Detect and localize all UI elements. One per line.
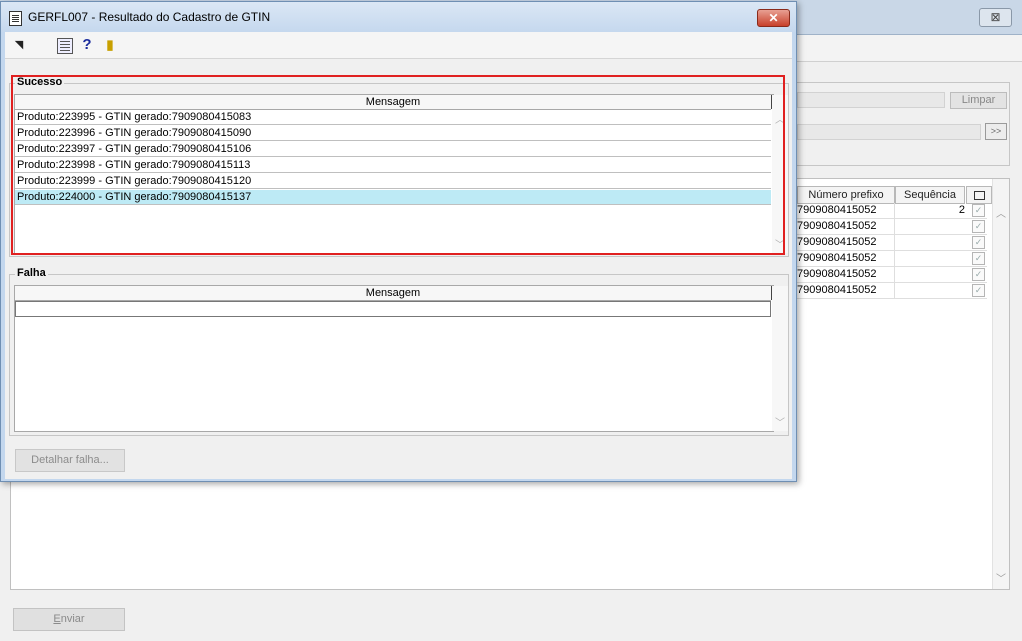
column-header-sequencia[interactable]: Sequência [895, 186, 965, 204]
enviar-label-rest: nviar [60, 613, 85, 625]
limpar-button[interactable]: Limpar [950, 92, 1007, 109]
sequence-cell [894, 267, 967, 282]
prefix-cell: 7909080415052 [797, 284, 877, 296]
row-checkbox[interactable]: ✓ [972, 220, 985, 233]
background-grid-row[interactable]: 7909080415052 ✓ [797, 235, 987, 251]
background-grid-row[interactable]: 7909080415052 ✓ [797, 219, 987, 235]
help-icon[interactable]: ? [81, 37, 93, 52]
calculator-icon[interactable] [57, 38, 73, 54]
column-header-numero-prefixo[interactable]: Número prefixo [797, 186, 895, 204]
prefix-cell: 7909080415052 [797, 204, 877, 216]
dialog-title: GERFL007 - Resultado do Cadastro de GTIN [28, 10, 271, 24]
prefix-cell: 7909080415052 [797, 252, 877, 264]
sequence-cell: 2 [894, 203, 967, 218]
lookup-more-button[interactable]: >> [985, 123, 1007, 140]
row-checkbox[interactable]: ✓ [972, 204, 985, 217]
sequence-cell [894, 283, 967, 298]
enviar-mnemonic: E [53, 613, 61, 625]
arrow-icon[interactable]: ◥ [13, 38, 25, 52]
background-grid-row[interactable]: 7909080415052 ✓ [797, 267, 987, 283]
column-header-select-all[interactable] [966, 186, 992, 204]
scroll-up-icon[interactable]: ︿ [993, 205, 1009, 220]
scroll-down-icon[interactable]: ﹀ [772, 414, 788, 429]
dialog-close-button[interactable]: ✕ [757, 9, 790, 27]
prefix-cell: 7909080415052 [797, 268, 877, 280]
dialog-toolbar: ◥ ? ▮ [5, 32, 792, 59]
detail-failure-button[interactable]: Detalhar falha... [15, 449, 125, 472]
failure-group: Falha Mensagem ﹀ [9, 267, 789, 436]
failure-table-scrollbar[interactable]: ﹀ [772, 286, 788, 431]
row-checkbox[interactable]: ✓ [972, 284, 985, 297]
prefix-cell: 7909080415052 [797, 236, 877, 248]
row-checkbox[interactable]: ✓ [972, 236, 985, 249]
background-grid-row[interactable]: 7909080415052 ✓ [797, 283, 987, 299]
sequence-cell [894, 235, 967, 250]
exit-icon[interactable]: ▮ [104, 38, 116, 52]
success-highlight-frame [11, 75, 785, 255]
background-filter-field[interactable] [797, 92, 945, 108]
failure-group-label: Falha [15, 267, 48, 279]
dialog-titlebar[interactable]: GERFL007 - Resultado do Cadastro de GTIN… [1, 2, 796, 32]
background-grid-row[interactable]: 7909080415052 2 ✓ [797, 203, 987, 219]
failure-table: Mensagem ﹀ [14, 285, 788, 432]
row-checkbox[interactable]: ✓ [972, 252, 985, 265]
background-lookup-field[interactable] [797, 124, 981, 140]
background-grid-scrollbar[interactable]: ︿ ﹀ [992, 179, 1009, 589]
enviar-button[interactable]: Enviar [13, 608, 125, 631]
failure-column-header-label: Mensagem [365, 287, 421, 299]
dialog-body: ◥ ? ▮ Sucesso Mensagem Produto:223995 - … [5, 32, 792, 479]
failure-column-header[interactable]: Mensagem [15, 286, 772, 301]
sequence-cell [894, 251, 967, 266]
scroll-down-icon[interactable]: ﹀ [993, 570, 1009, 585]
background-grid-row[interactable]: 7909080415052 ✓ [797, 251, 987, 267]
background-close-button[interactable]: ⊠ [979, 8, 1012, 27]
row-checkbox[interactable]: ✓ [972, 268, 985, 281]
prefix-cell: 7909080415052 [797, 220, 877, 232]
failure-table-row[interactable] [15, 301, 771, 317]
sequence-cell [894, 219, 967, 234]
gtin-result-dialog: GERFL007 - Resultado do Cadastro de GTIN… [0, 1, 797, 482]
document-icon [9, 11, 22, 26]
